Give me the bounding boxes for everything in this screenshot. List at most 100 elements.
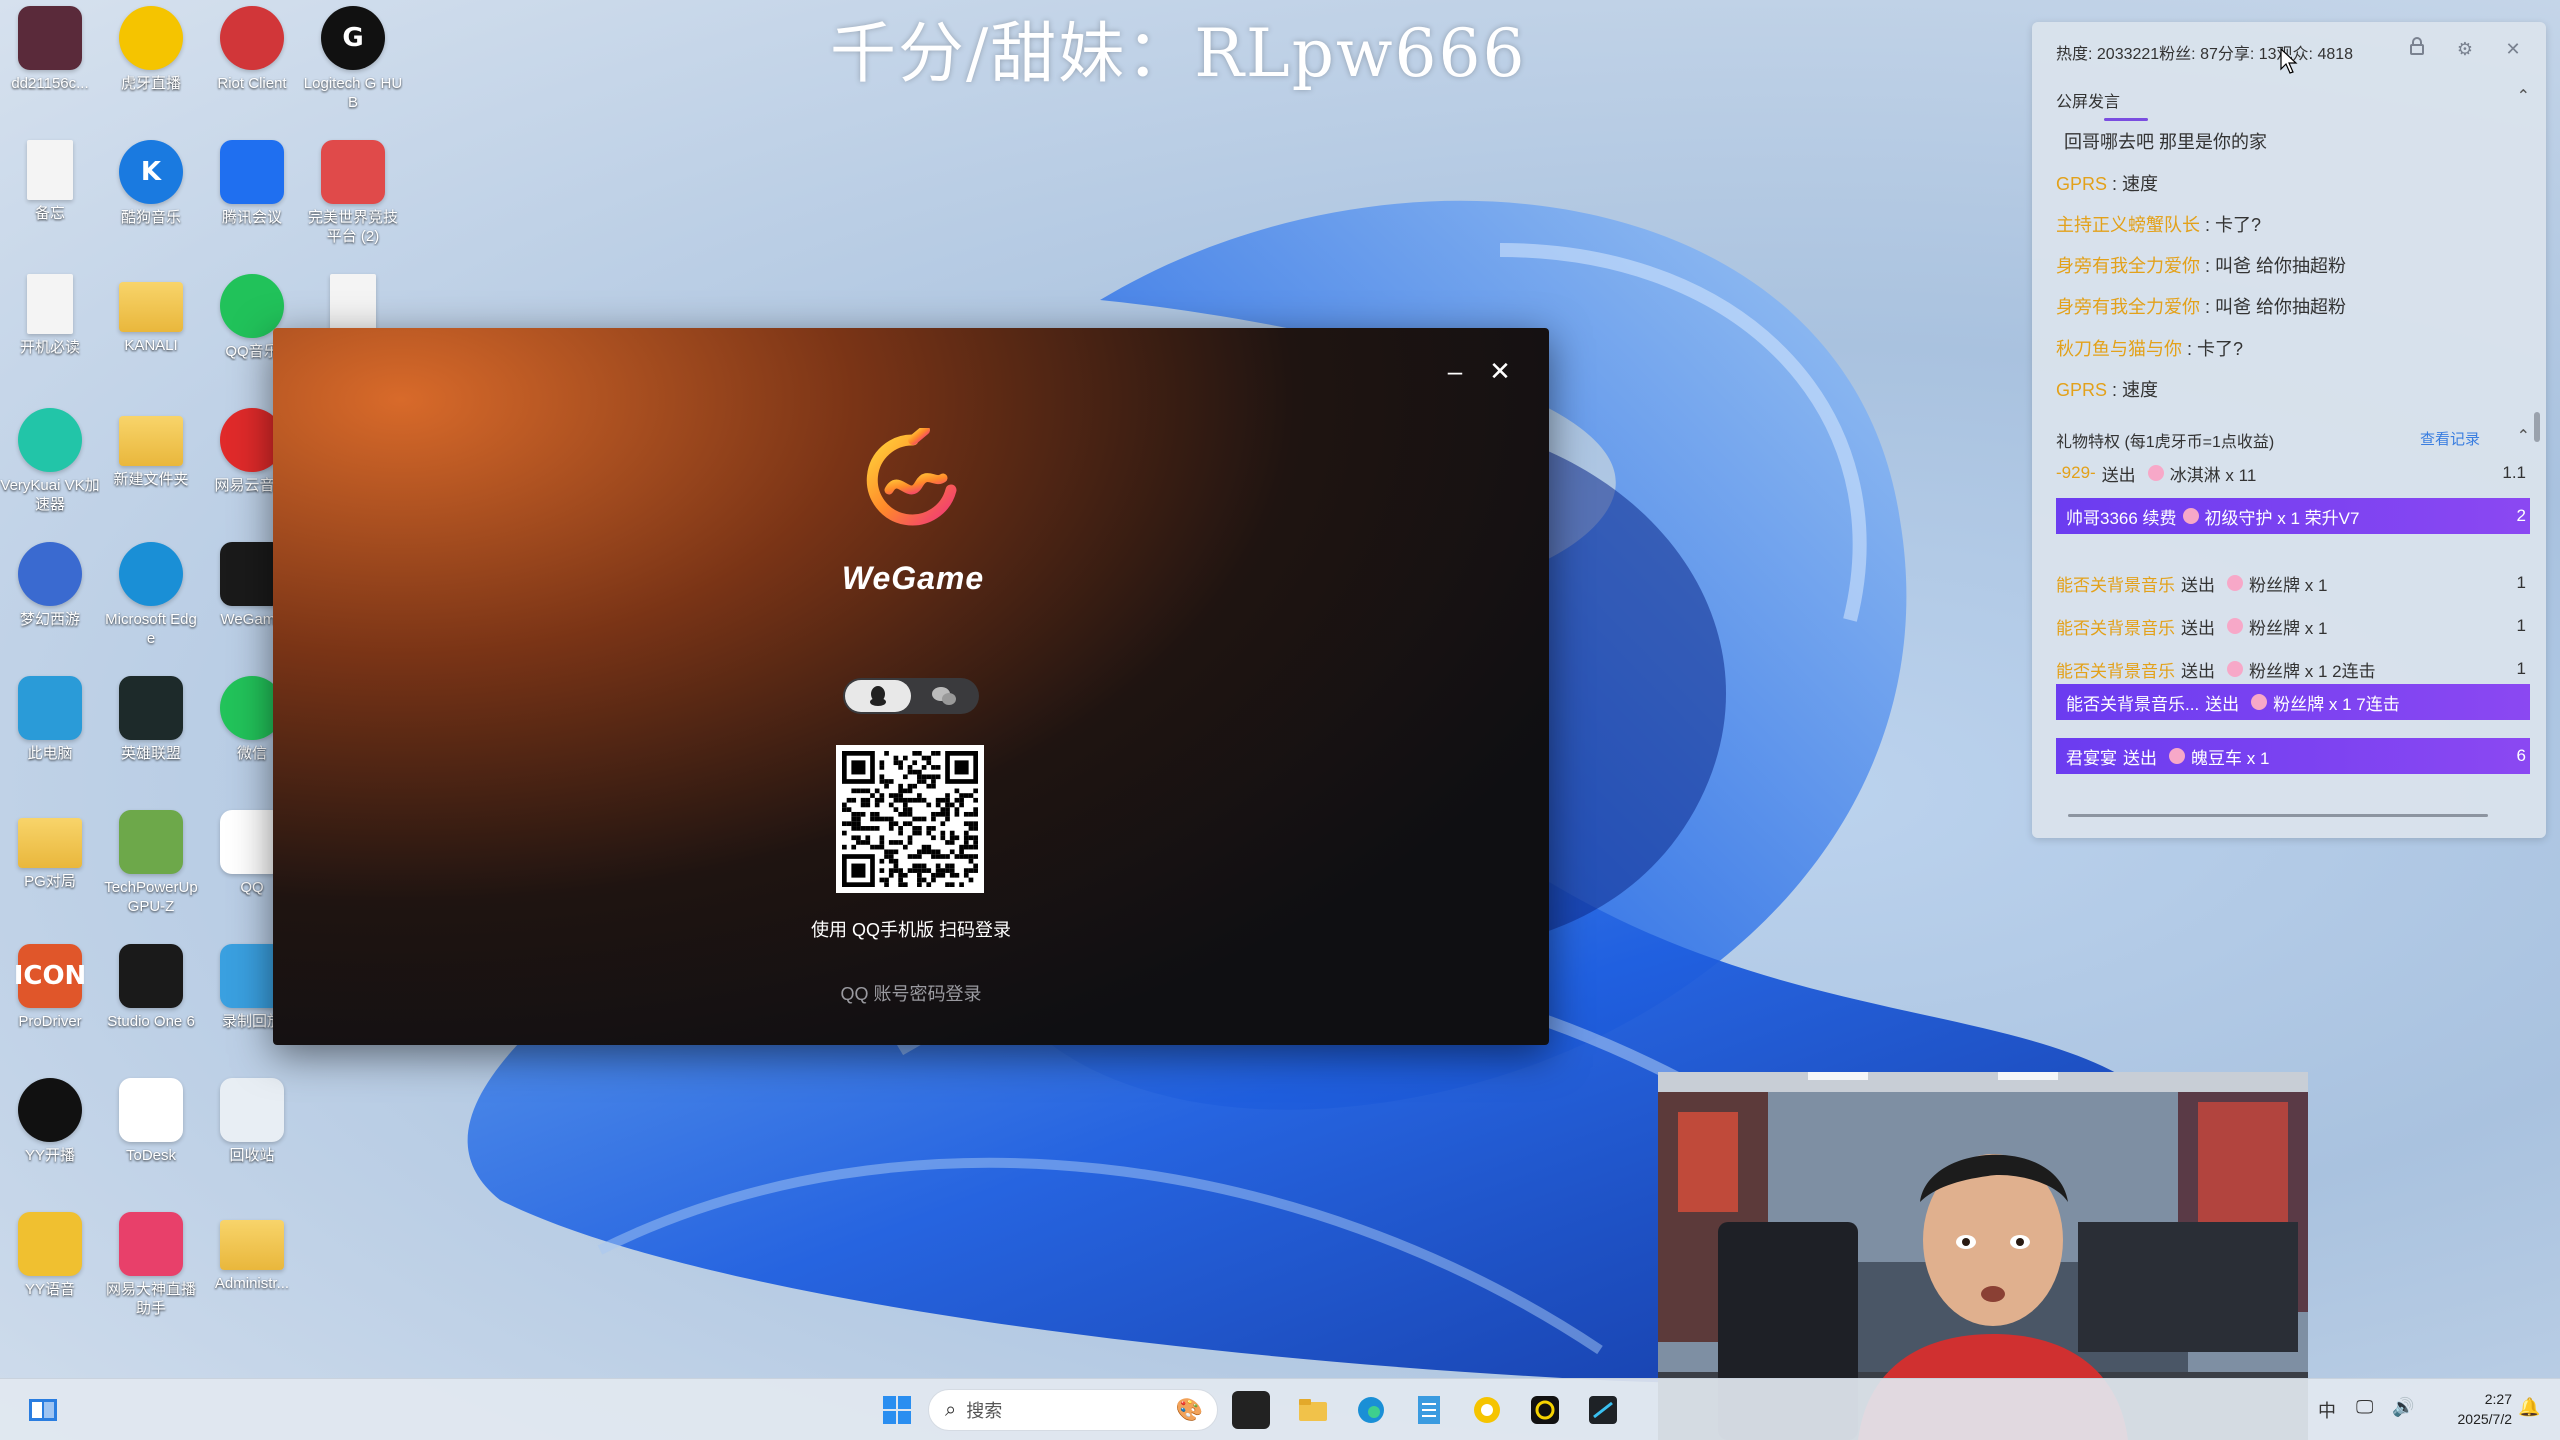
search-highlight-icon: 🎨 xyxy=(1175,1397,1203,1422)
desktop-icon-logitech-ghub[interactable]: G Logitech G HUB xyxy=(303,6,403,112)
qq-login-tab[interactable] xyxy=(845,680,911,712)
chat-scrollbar[interactable] xyxy=(2534,82,2540,822)
chat-username[interactable]: 身旁有我全力爱你 xyxy=(2056,256,2200,276)
desktop-icon-folder[interactable]: PG对局 xyxy=(0,810,100,891)
desktop-icon-netease-live[interactable]: 网易大神直播助手 xyxy=(101,1212,201,1318)
perfect-world-icon xyxy=(321,140,385,204)
task-view-icon[interactable] xyxy=(24,1391,62,1429)
chat-username[interactable]: GPRS xyxy=(2056,174,2107,194)
desktop-icon-todesk[interactable]: ToDesk xyxy=(101,1078,201,1165)
gift-sender[interactable]: 能否关背景音乐 xyxy=(2056,571,2175,596)
riot-client-icon xyxy=(220,6,284,70)
desktop-icon-prodriver[interactable]: ICON ProDriver xyxy=(0,944,100,1031)
gift-sender[interactable]: 能否关背景音乐... xyxy=(2066,690,2199,715)
qq-password-login-link[interactable]: QQ 账号密码登录 xyxy=(713,980,1109,1006)
desktop-icon-huya-live[interactable]: 虎牙直播 xyxy=(101,6,201,93)
chat-username[interactable]: GPRS xyxy=(2056,380,2107,400)
gift-sender[interactable]: -929- xyxy=(2056,463,2096,483)
collapse-chat-icon[interactable]: ⌃ xyxy=(2517,86,2530,106)
menghuan-icon xyxy=(18,542,82,606)
desktop-icon-label: 腾讯会议 xyxy=(221,209,282,226)
yy-taskbar-icon[interactable] xyxy=(1526,1391,1564,1429)
desktop-icon-label: KANALI xyxy=(124,337,178,354)
gpu-z-icon xyxy=(119,810,183,874)
chat-text: 卡了? xyxy=(2215,215,2262,235)
stream-title-overlay: 千分/甜妹：RLpw666 xyxy=(830,15,1527,92)
network-icon[interactable]: 🖵 xyxy=(2356,1397,2373,1418)
desktop-icon-yy-voice[interactable]: YY语音 xyxy=(0,1212,100,1299)
desktop-icon-label: 梦幻西游 xyxy=(19,611,80,628)
horizontal-scrollbar[interactable] xyxy=(2068,814,2488,817)
desktop-icon-folder[interactable]: Administr... xyxy=(202,1212,302,1293)
taskbar: ⌕ 搜索 🎨 中 🖵 🔊 2:27 2025/7/2 🔔 xyxy=(0,1378,2560,1440)
wechat-login-tab[interactable] xyxy=(911,680,977,712)
gift-sender[interactable]: 能否关背景音乐 xyxy=(2056,614,2175,639)
desktop-icon-riot-client[interactable]: Riot Client xyxy=(202,6,302,93)
studio-one-taskbar-icon[interactable] xyxy=(1584,1391,1622,1429)
desktop-icon-kugou[interactable]: K 酷狗音乐 xyxy=(101,140,201,227)
desktop-icon-document[interactable]: 备忘 xyxy=(0,140,100,223)
desktop-icon-recycle-bin[interactable]: 回收站 xyxy=(202,1078,302,1165)
chat-text: 速度 xyxy=(2122,380,2159,400)
gift-badge-icon xyxy=(2182,508,2199,524)
gift-value: 1 xyxy=(2516,659,2526,678)
wegame-login-window: – ✕ WeGame 使用 QQ手机版 扫码登录 QQ 账号密码登录 xyxy=(273,328,1549,1045)
gift-sender[interactable]: 君宴宴 xyxy=(2066,744,2117,769)
file-explorer-icon[interactable] xyxy=(1294,1391,1332,1429)
document-icon xyxy=(330,274,376,334)
chat-separator: : xyxy=(2107,380,2123,400)
desktop-icon-document[interactable]: 开机必读 xyxy=(0,274,100,357)
qr-code-pattern xyxy=(842,751,978,887)
desktop-icon-studio-one[interactable]: Studio One 6 xyxy=(101,944,201,1031)
gift-row: 能否关背景音乐 送出 粉丝牌 x 1 2连击 1 xyxy=(2056,651,2530,687)
system-clock[interactable]: 2:27 2025/7/2 xyxy=(2436,1389,2513,1429)
desktop-icon-game-avatar[interactable]: dd21156c... xyxy=(0,6,100,93)
chat-username[interactable]: 秋刀鱼与猫与你 xyxy=(2056,339,2182,359)
huya-taskbar-icon[interactable] xyxy=(1468,1391,1506,1429)
chat-username[interactable]: 主持正义螃蟹队长 xyxy=(2056,215,2200,235)
taskbar-search-box[interactable]: ⌕ 搜索 🎨 xyxy=(928,1389,1218,1431)
collapse-gifts-icon[interactable]: ⌃ xyxy=(2517,426,2530,446)
desktop-icon-label: Administr... xyxy=(214,1275,290,1292)
desktop-icon-folder[interactable]: 新建文件夹 xyxy=(101,408,201,489)
close-button[interactable]: ✕ xyxy=(1485,356,1515,386)
start-menu-icon[interactable] xyxy=(878,1391,916,1429)
desktop-icon-verykuai[interactable]: VeryKuai VK加速器 xyxy=(0,408,100,514)
chat-username[interactable]: 身旁有我全力爱你 xyxy=(2056,297,2200,317)
chat-message: 回哥哪去吧 那里是你的家 xyxy=(2064,128,2267,154)
gift-item: 初级守护 x 1 荣升V7 xyxy=(2204,508,2360,528)
volume-icon[interactable]: 🔊 xyxy=(2392,1397,2414,1418)
desktop-icon-folder[interactable]: KANALI xyxy=(101,274,201,355)
notepad-icon[interactable] xyxy=(1410,1391,1448,1429)
gift-badge-icon xyxy=(2251,694,2268,710)
close-icon[interactable]: ✕ xyxy=(2500,36,2526,62)
desktop-icon-tencent-meeting[interactable]: 腾讯会议 xyxy=(202,140,302,227)
desktop-icon-gpu-z[interactable]: TechPowerUp GPU-Z xyxy=(101,810,201,916)
gift-sender[interactable]: 帅哥3366 续费 xyxy=(2066,504,2177,529)
gift-value: 1 xyxy=(2516,573,2526,592)
view-record-link[interactable]: 查看记录 xyxy=(2420,428,2480,449)
notification-bell-icon[interactable]: 🔔 xyxy=(2518,1397,2540,1418)
lock-icon[interactable] xyxy=(2404,36,2430,62)
settings-icon[interactable]: ⚙ xyxy=(2452,36,2478,62)
gift-sender[interactable]: 能否关背景音乐 xyxy=(2056,657,2175,682)
desktop-icon-this-pc[interactable]: 此电脑 xyxy=(0,676,100,763)
taskbar-app-terminal-icon[interactable] xyxy=(1232,1391,1270,1429)
edge-browser-icon[interactable] xyxy=(1352,1391,1390,1429)
desktop-icon-league[interactable]: 英雄联盟 xyxy=(101,676,201,763)
kugou-icon: K xyxy=(119,140,183,204)
wegame-brand-text: WeGame xyxy=(841,560,985,596)
mouse-cursor-icon xyxy=(2280,48,2298,74)
desktop-icon-perfect-world[interactable]: 完美世界竞技平台 (2) xyxy=(303,140,403,246)
chat-message: 身旁有我全力爱你 : 叫爸 给你抽超粉 xyxy=(2056,252,2346,278)
qq-penguin-icon xyxy=(870,686,886,706)
chat-text: 卡了? xyxy=(2197,339,2244,359)
public-chat-heading: 公屏发言 xyxy=(2056,94,2121,111)
desktop-icon-menghuan[interactable]: 梦幻西游 xyxy=(0,542,100,629)
desktop-icon-edge[interactable]: Microsoft Edge xyxy=(101,542,201,648)
minimize-button[interactable]: – xyxy=(1440,356,1470,386)
desktop-icon-yy-live[interactable]: YY开播 xyxy=(0,1078,100,1165)
chat-text: 速度 xyxy=(2122,174,2159,194)
chat-message: 主持正义螃蟹队长 : 卡了? xyxy=(2056,211,2261,237)
ime-indicator[interactable]: 中 xyxy=(2318,1397,2336,1423)
